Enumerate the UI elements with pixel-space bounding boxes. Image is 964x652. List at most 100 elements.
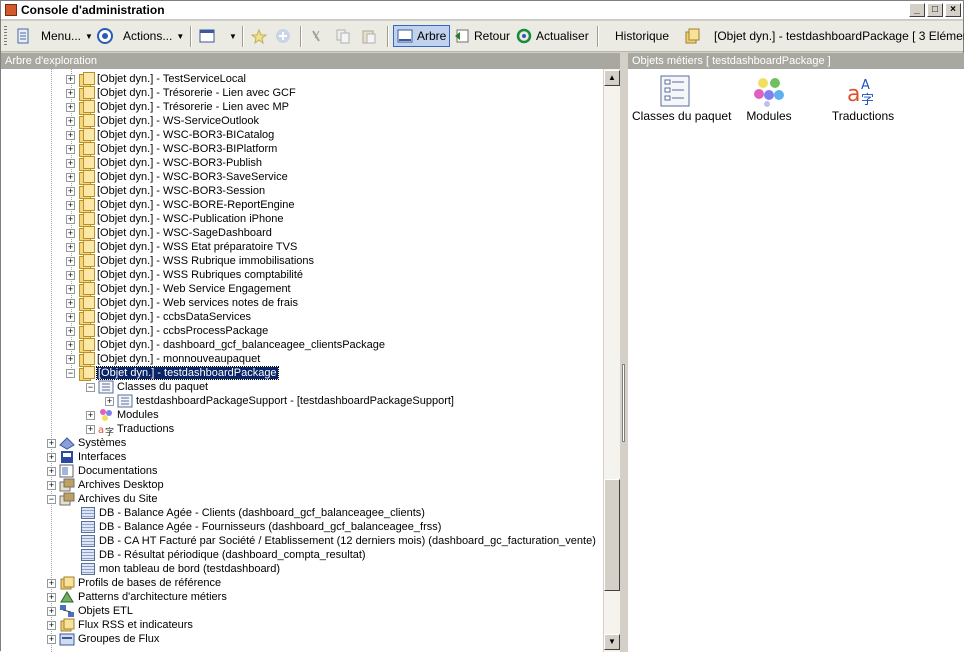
minimize-button[interactable]: _ (909, 3, 925, 17)
expand-icon[interactable]: + (66, 312, 75, 322)
history-button[interactable]: Historique (615, 26, 669, 46)
collapse-icon[interactable]: − (66, 368, 75, 378)
expand-icon[interactable]: + (86, 410, 95, 420)
scroll-up-button[interactable]: ▲ (604, 70, 620, 86)
modules-icon[interactable] (753, 75, 785, 107)
tree-item-dyn-object[interactable]: + [Objet dyn.] - WSC-BOR3-BIPlatform (66, 142, 277, 157)
paste-button[interactable] (361, 26, 377, 46)
tree-item-dyn-object[interactable]: + [Objet dyn.] - WS-ServiceOutlook (66, 114, 259, 129)
tree-item-dyn-object[interactable]: + [Objet dyn.] - WSS Etat préparatoire TV… (66, 240, 297, 255)
tree-item-dyn-object[interactable]: + [Objet dyn.] - WSC-BOR3-BICatalog (66, 128, 274, 143)
tree-item-dyn-object[interactable]: + [Objet dyn.] - WSS Rubrique immobilisat… (66, 254, 314, 269)
expand-icon[interactable]: + (66, 116, 75, 126)
cut-button[interactable] (309, 26, 325, 46)
tree-item-dyn-object[interactable]: + [Objet dyn.] - Web services notes de fr… (66, 296, 298, 311)
tree-item-dyn-object[interactable]: + [Objet dyn.] - Trésorerie - Lien avec M… (66, 100, 289, 115)
toolbar-grip[interactable] (4, 26, 7, 47)
expand-icon[interactable]: + (66, 74, 75, 84)
class-package-icon[interactable] (659, 75, 691, 107)
tree-item-root[interactable]: + Groupes de Flux (47, 632, 159, 646)
tree-item-dyn-object[interactable]: + [Objet dyn.] - TestServiceLocal (66, 72, 246, 87)
expand-icon[interactable]: + (47, 606, 56, 616)
tree-item-dashboard[interactable]: DB - Balance Agée - Clients (dashboard_g… (69, 506, 425, 520)
tree-item-classes[interactable]: − Classes du paquet (86, 380, 208, 394)
expand-icon[interactable]: + (47, 634, 56, 644)
expand-icon[interactable]: + (66, 102, 75, 112)
expand-icon[interactable]: + (66, 158, 75, 168)
tree-item-root[interactable]: + Documentations (47, 464, 158, 478)
expand-icon[interactable]: + (47, 466, 56, 476)
tree-item-dyn-object[interactable]: + [Objet dyn.] - WSS Rubriques comptabili… (66, 268, 303, 283)
tree-item-dashboard[interactable]: DB - CA HT Facturé par Société / Etablis… (69, 534, 596, 548)
tree-item-dyn-object[interactable]: + [Objet dyn.] - ccbsProcessPackage (66, 324, 268, 339)
add-button[interactable] (275, 26, 291, 46)
tree-item-dyn-object[interactable]: + [Objet dyn.] - WSC-SageDashboard (66, 226, 272, 241)
expand-icon[interactable]: + (66, 228, 75, 238)
expand-icon[interactable]: + (66, 130, 75, 140)
menu-button[interactable]: Menu... ▼ (15, 26, 93, 46)
splitter-grip[interactable] (622, 364, 625, 442)
refresh-button[interactable]: Actualiser (516, 26, 589, 46)
copy-button[interactable] (335, 26, 351, 46)
expand-icon[interactable]: + (66, 214, 75, 224)
expand-icon[interactable]: + (66, 284, 75, 294)
tree-item-dyn-object[interactable]: + [Objet dyn.] - Web Service Engagement (66, 282, 291, 297)
expand-icon[interactable]: + (47, 452, 56, 462)
expand-icon[interactable]: + (66, 256, 75, 266)
expand-icon[interactable]: + (47, 578, 56, 588)
expand-icon[interactable]: + (66, 200, 75, 210)
expand-icon[interactable]: + (66, 186, 75, 196)
expand-icon[interactable]: + (66, 340, 75, 350)
tree-item-traductions[interactable]: + a 字 Traductions (86, 422, 174, 438)
expand-icon[interactable]: + (66, 326, 75, 336)
tree-item-dyn-object[interactable]: + [Objet dyn.] - WSC-BORE-ReportEngine (66, 198, 294, 213)
tree-item-root[interactable]: − Archives du Site (47, 492, 157, 506)
expand-icon[interactable]: + (66, 172, 75, 182)
translations-icon[interactable]: aA字 (846, 75, 878, 108)
scroll-down-button[interactable]: ▼ (604, 634, 620, 650)
tree-item-dashboard[interactable]: DB - Balance Agée - Fournisseurs (dashbo… (69, 520, 441, 534)
star-button[interactable] (250, 26, 268, 46)
tree-item-dyn-object[interactable]: + [Objet dyn.] - dashboard_gcf_balanceage… (66, 338, 385, 353)
expand-icon[interactable]: + (86, 424, 95, 434)
tree-item-root[interactable]: + Interfaces (47, 450, 126, 464)
tree-item-dashboard[interactable]: mon tableau de bord (testdashboard) (69, 562, 280, 576)
expand-icon[interactable]: + (105, 396, 114, 406)
tree-item-support[interactable]: + testdashboardPackageSupport - [testdash… (105, 394, 454, 408)
view-button[interactable]: ▼ (199, 26, 237, 46)
tree-item-root[interactable]: + Systèmes (47, 436, 126, 450)
tree-item-dyn-object[interactable]: + [Objet dyn.] - WSC-Publication iPhone (66, 212, 283, 227)
tree-item-selected[interactable]: − [Objet dyn.] - testdashboardPackage (66, 366, 279, 381)
expand-icon[interactable]: + (66, 242, 75, 252)
back-button[interactable]: Retour (454, 26, 510, 46)
expand-icon[interactable]: + (47, 438, 56, 448)
tree-item-dyn-object[interactable]: + [Objet dyn.] - WSC-BOR3-Publish (66, 156, 262, 171)
tree-item-root[interactable]: + Profils de bases de référence (47, 576, 221, 590)
tree-item-dyn-object[interactable]: + [Objet dyn.] - monnouveaupaquet (66, 352, 260, 367)
tree-item-root[interactable]: + Objets ETL (47, 604, 133, 618)
collapse-icon[interactable]: − (86, 382, 95, 392)
expand-icon[interactable]: + (47, 592, 56, 602)
expand-icon[interactable]: + (66, 144, 75, 154)
pane-splitter[interactable] (620, 53, 628, 652)
maximize-button[interactable]: □ (927, 3, 943, 17)
translations-label[interactable]: Traductions (824, 109, 902, 123)
modules-label[interactable]: Modules (734, 109, 804, 123)
tree-scrollbar[interactable]: ▲ ▼ (603, 69, 620, 652)
expand-icon[interactable]: + (47, 480, 56, 490)
expand-icon[interactable]: + (66, 88, 75, 98)
tree-item-root[interactable]: + Patterns d'architecture métiers (47, 590, 227, 604)
expand-icon[interactable]: + (66, 298, 75, 308)
tree-item-root[interactable]: + Archives Desktop (47, 478, 164, 492)
tree-item-dyn-object[interactable]: + [Objet dyn.] - Trésorerie - Lien avec G… (66, 86, 296, 101)
tree-view-button[interactable]: Arbre (393, 25, 451, 47)
tree-item-dyn-object[interactable]: + [Objet dyn.] - WSC-BOR3-Session (66, 184, 265, 199)
tree-item-root[interactable]: + Flux RSS et indicateurs (47, 618, 193, 632)
tree-item-dashboard[interactable]: DB - Résultat périodique (dashboard_comp… (69, 548, 366, 562)
scroll-thumb[interactable] (604, 479, 620, 591)
class-package-label[interactable]: Classes du paquet (632, 109, 731, 123)
close-button[interactable]: × (945, 3, 961, 17)
tree-item-modules[interactable]: + Modules (86, 408, 159, 422)
actions-button[interactable]: Actions... ▼ (97, 26, 184, 46)
tree-item-dyn-object[interactable]: + [Objet dyn.] - ccbsDataServices (66, 310, 251, 325)
